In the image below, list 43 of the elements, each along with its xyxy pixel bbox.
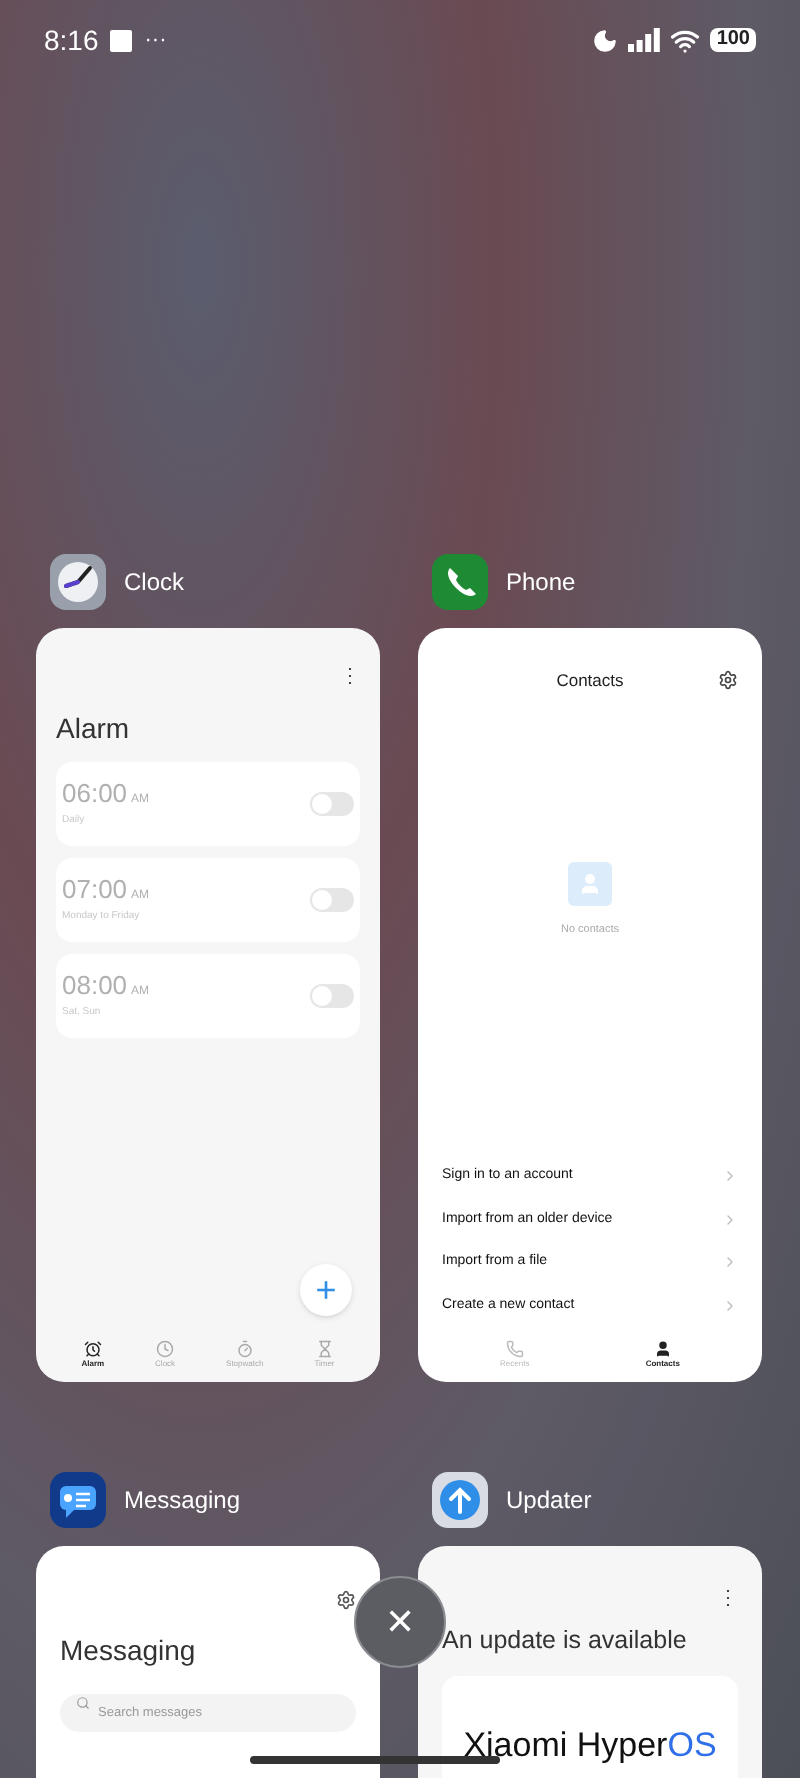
signal-icon [628, 28, 661, 52]
app-name: Phone [506, 566, 576, 600]
page-title: Alarm [56, 710, 132, 748]
menu-icon[interactable]: ⋮ [718, 1590, 738, 1610]
chevron-icon [722, 1211, 738, 1228]
status-time: 8:16 [44, 21, 99, 59]
alarm-time: 07:00 [62, 875, 128, 902]
phone-app-icon[interactable] [430, 552, 490, 612]
app-name: Messaging [124, 1484, 241, 1518]
contact-placeholder-icon [568, 861, 612, 906]
tab-icon [83, 1340, 102, 1358]
app-name: Updater [506, 1484, 592, 1518]
chevron-icon [722, 1297, 738, 1314]
settings-icon[interactable] [718, 670, 738, 691]
settings-icon[interactable] [336, 1590, 356, 1610]
more-notifications: ··· [144, 25, 167, 56]
alarm-time: 06:00 [62, 779, 128, 806]
page-title: Contacts [556, 668, 624, 694]
tab-icon [653, 1340, 672, 1358]
alarm-toggle[interactable] [310, 984, 354, 1008]
app-name: Clock [124, 566, 185, 600]
updater-app-card[interactable]: ⋮ An update is available Xiaomi HyperOS [418, 1546, 762, 1778]
clock-app-icon[interactable] [48, 552, 108, 612]
tab-icon [505, 1340, 524, 1358]
tab-icon [156, 1340, 175, 1358]
search-icon [76, 1696, 90, 1710]
battery-indicator: 100 [710, 28, 756, 52]
notification-icon [110, 29, 133, 51]
update-title: An update is available [442, 1624, 689, 1658]
wifi-icon [670, 25, 701, 55]
brand-text: Xiaomi HyperOS [463, 1723, 717, 1768]
menu-icon[interactable]: ⋮ [340, 668, 360, 688]
chevron-icon [722, 1254, 738, 1271]
tab-icon [235, 1340, 254, 1358]
alarm-toggle[interactable] [310, 888, 354, 912]
tab-icon [315, 1340, 334, 1358]
moon-icon [592, 27, 619, 53]
alarm-toggle[interactable] [310, 792, 354, 816]
updater-app-icon[interactable] [430, 1470, 490, 1530]
messaging-app-icon[interactable] [48, 1470, 108, 1530]
page-title: Messaging [60, 1632, 198, 1670]
alarm-time: 08:00 [62, 971, 128, 998]
chevron-icon [722, 1168, 738, 1185]
